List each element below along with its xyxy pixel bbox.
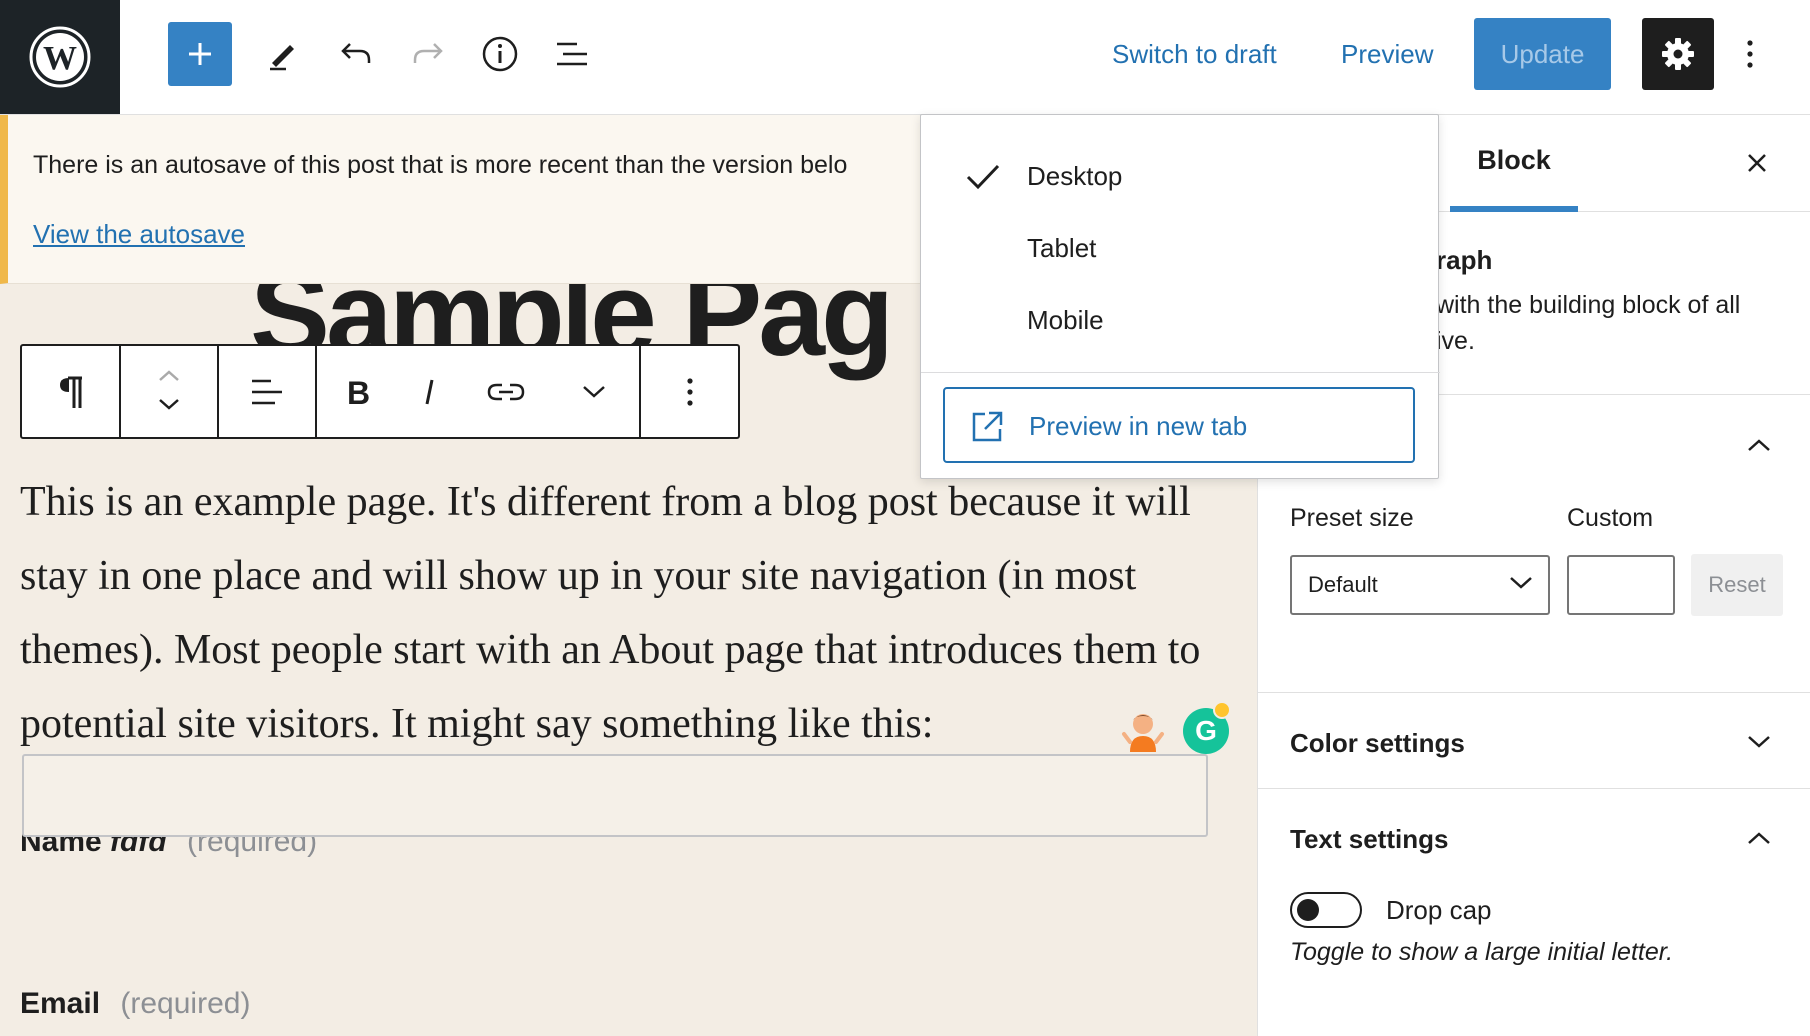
svg-text:W: W (43, 40, 77, 77)
undo-button[interactable] (328, 22, 384, 86)
align-button[interactable] (219, 346, 317, 437)
preset-size-select[interactable]: Default (1290, 555, 1550, 615)
plus-icon (189, 43, 211, 65)
chevron-up-icon (1748, 832, 1770, 844)
list-view-button[interactable] (544, 22, 600, 86)
pencil-icon (270, 45, 294, 71)
block-toolbar: B (20, 344, 740, 439)
info-icon (482, 36, 518, 72)
chevron-down-icon (1510, 577, 1532, 589)
settings-button[interactable] (1642, 18, 1714, 90)
text-settings-title[interactable]: Text settings (1290, 824, 1448, 855)
block-desc-line-2: ive. (1436, 327, 1475, 355)
text-settings-toggle[interactable] (1744, 823, 1774, 853)
more-options-icon (686, 377, 693, 406)
block-card-title: raph (1436, 245, 1493, 275)
color-settings-title[interactable]: Color settings (1290, 728, 1465, 759)
close-icon (1748, 154, 1766, 172)
gear-icon (1662, 38, 1694, 70)
update-button[interactable]: Update (1474, 18, 1611, 90)
editor-root: W Switch to draft Preview Update Sample … (0, 0, 1810, 1036)
preview-in-new-tab-button[interactable]: Preview in new tab (943, 387, 1415, 463)
tab-block[interactable]: Block (1450, 115, 1578, 212)
switch-to-draft-button[interactable]: Switch to draft (1112, 22, 1277, 86)
block-desc-line-1: with the building block of all (1436, 291, 1741, 319)
preview-option-tablet[interactable]: Tablet (1027, 233, 1096, 264)
custom-size-input[interactable] (1567, 555, 1675, 615)
preview-dropdown: Desktop Tablet Mobile Preview in new tab (920, 114, 1440, 479)
italic-icon (425, 379, 434, 404)
name-field[interactable] (22, 754, 1208, 837)
dropdown-divider (921, 372, 1440, 373)
paragraph-icon (59, 376, 82, 408)
close-sidebar-button[interactable] (1739, 145, 1775, 181)
add-block-button[interactable] (168, 22, 232, 86)
checkmark-icon (966, 164, 1000, 190)
details-button[interactable] (472, 22, 528, 86)
bold-icon: B (347, 376, 370, 408)
chevron-down-icon (583, 385, 605, 398)
preview-option-mobile[interactable]: Mobile (1027, 305, 1104, 336)
drop-cap-help: Toggle to show a large initial letter. (1290, 938, 1674, 966)
chevron-down-icon (1748, 736, 1770, 748)
more-rich-text-button[interactable] (551, 346, 637, 437)
autosave-notice-text: There is an autosave of this post that i… (33, 151, 848, 179)
custom-size-label: Custom (1567, 504, 1654, 532)
drop-cap-label: Drop cap (1386, 895, 1492, 925)
shrug-emoji-icon (1122, 714, 1164, 752)
preview-option-desktop[interactable]: Desktop (1027, 161, 1122, 192)
link-button[interactable] (461, 346, 551, 437)
italic-button[interactable] (399, 346, 461, 437)
color-settings-toggle[interactable] (1744, 727, 1774, 757)
grammarly-status-dot (1213, 701, 1231, 719)
paragraph-block[interactable]: This is an example page. It's different … (20, 465, 1230, 761)
preview-in-new-tab-label: Preview in new tab (1029, 411, 1248, 441)
move-up-down-icon (159, 369, 179, 410)
view-autosave-link[interactable]: View the autosave (33, 219, 245, 250)
preset-size-value: Default (1308, 572, 1378, 597)
undo-icon (341, 43, 371, 63)
redo-button[interactable] (400, 22, 456, 86)
toggle-knob (1297, 899, 1319, 921)
redo-icon (413, 43, 443, 63)
divider (1258, 692, 1810, 693)
wordpress-logo-icon[interactable]: W (0, 0, 120, 114)
tools-button[interactable] (254, 22, 310, 86)
typography-panel-toggle[interactable] (1744, 430, 1774, 460)
reset-button[interactable]: Reset (1691, 554, 1783, 616)
chevron-up-icon (1748, 439, 1770, 451)
preview-button[interactable]: Preview (1341, 22, 1433, 86)
email-label-text: Email (20, 987, 101, 1020)
link-icon (487, 383, 525, 400)
bold-button[interactable]: B (317, 346, 399, 437)
block-options-button[interactable] (641, 346, 738, 437)
email-field-label: Email (required) (20, 987, 250, 1021)
move-block-control[interactable] (121, 346, 219, 437)
list-view-icon (557, 42, 587, 66)
editor-header: W Switch to draft Preview Update (0, 0, 1810, 115)
format-controls: B (317, 346, 641, 437)
options-button[interactable] (1732, 22, 1768, 86)
preset-size-label: Preset size (1290, 504, 1414, 532)
align-left-icon (252, 379, 282, 404)
block-type-button[interactable] (22, 346, 121, 437)
kebab-menu-icon (1747, 40, 1753, 68)
svg-text:B: B (347, 376, 370, 408)
divider (1258, 788, 1810, 789)
email-required-text: (required) (120, 987, 251, 1020)
drop-cap-toggle[interactable] (1290, 892, 1362, 928)
external-link-icon (972, 411, 1003, 442)
block-card-description: with the building block of all ive. (1436, 287, 1796, 359)
